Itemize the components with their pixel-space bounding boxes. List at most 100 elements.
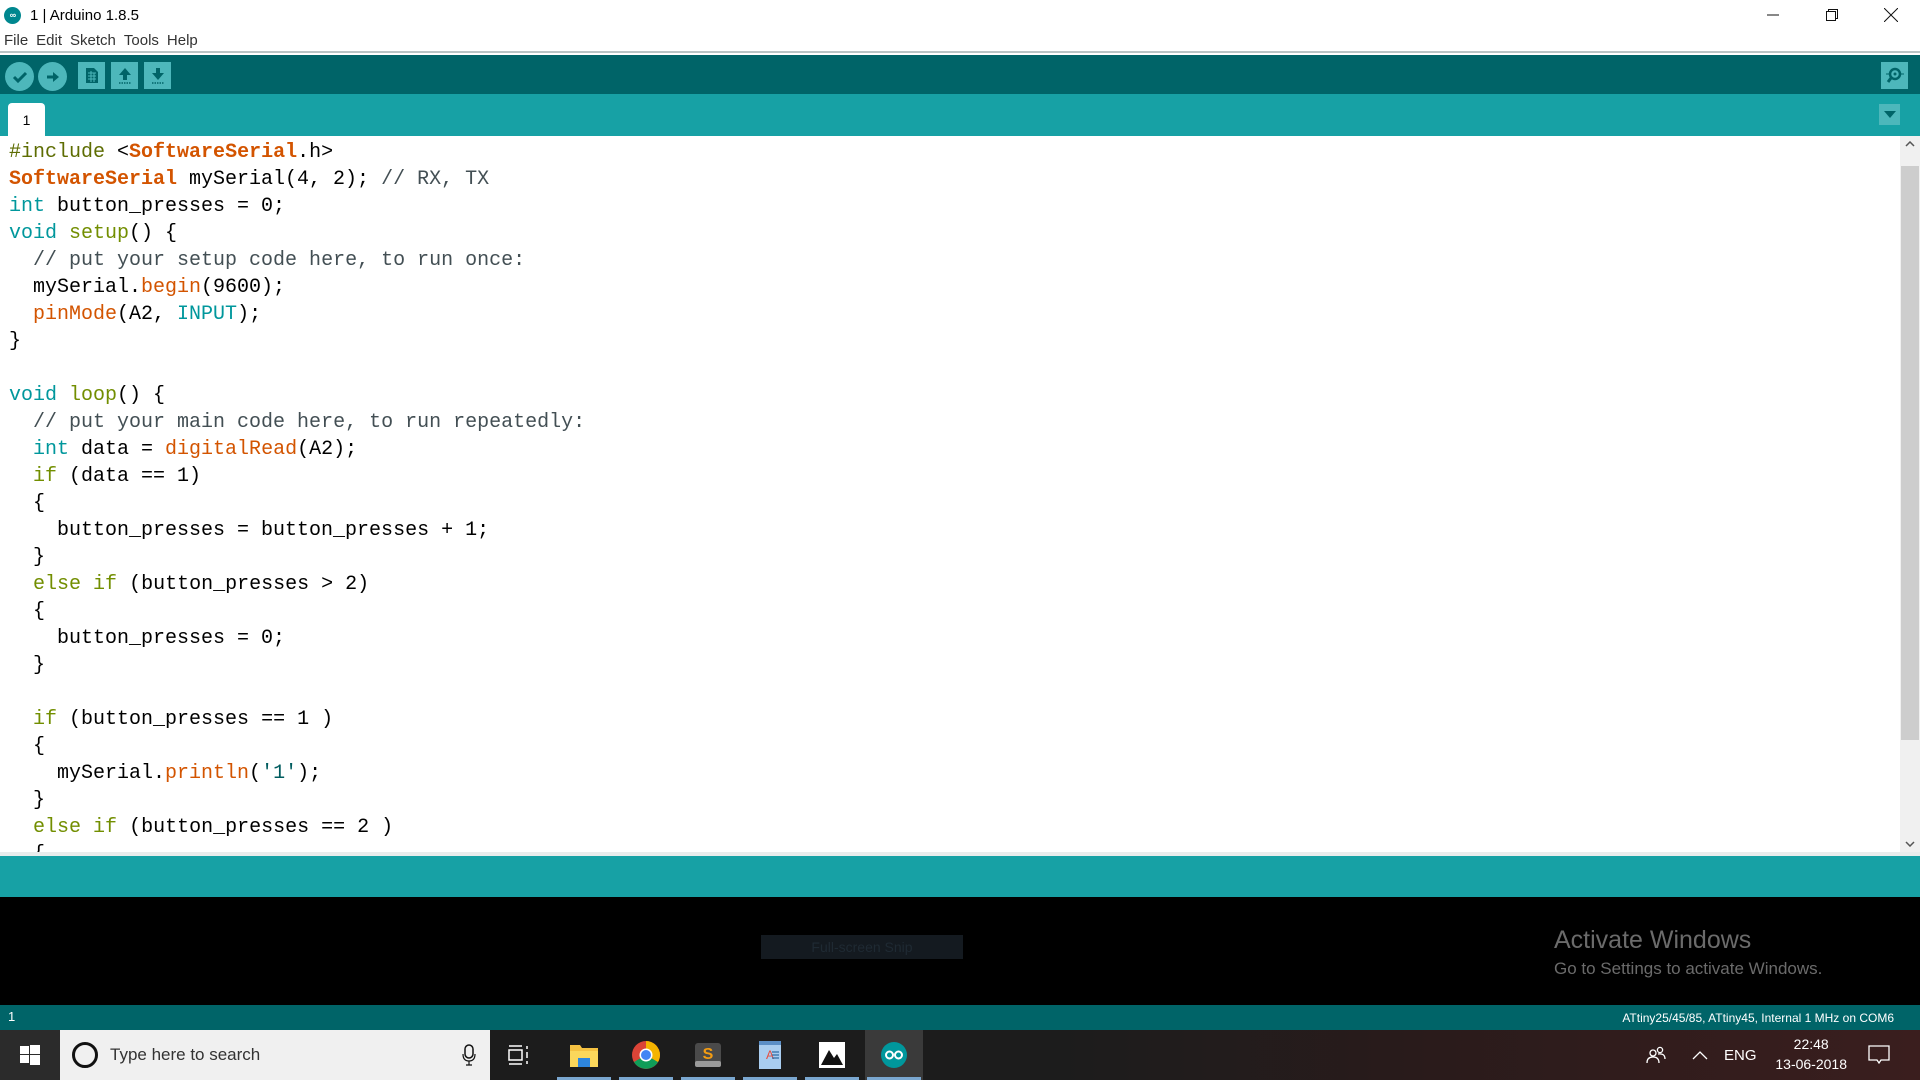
tab-sketch-1[interactable]: 1 — [8, 103, 45, 136]
show-hidden-icons-button[interactable] — [1692, 1030, 1708, 1080]
window-controls — [1743, 0, 1920, 30]
action-center-button[interactable] — [1868, 1030, 1890, 1080]
scrollbar-thumb[interactable] — [1901, 165, 1919, 741]
taskbar-wordpad[interactable]: A — [741, 1030, 799, 1080]
code-line[interactable]: void setup() { — [9, 220, 585, 247]
clock[interactable]: 22:48 13-06-2018 — [1775, 1034, 1847, 1074]
close-button[interactable] — [1861, 0, 1920, 30]
input-language[interactable]: ENG — [1724, 1030, 1757, 1080]
code-line[interactable]: // put your main code here, to run repea… — [9, 409, 585, 436]
menu-file[interactable]: File — [0, 31, 32, 51]
open-button[interactable] — [111, 62, 138, 89]
code-line[interactable]: ​ — [9, 355, 585, 382]
code-token-plain: } — [9, 546, 46, 569]
code-token-plain: { — [9, 843, 45, 852]
scroll-up-button[interactable] — [1900, 136, 1920, 152]
people-button[interactable] — [1646, 1030, 1666, 1080]
folder-icon — [570, 1045, 598, 1067]
code-line[interactable]: pinMode(A2, INPUT); — [9, 301, 585, 328]
code-text[interactable]: #include <SoftwareSerial.h> SoftwareSeria… — [9, 139, 585, 852]
taskbar-chrome[interactable] — [617, 1030, 675, 1080]
code-token-type: void — [9, 222, 58, 245]
code-line[interactable]: void loop() { — [9, 382, 585, 409]
code-line[interactable]: } — [9, 652, 585, 679]
code-line[interactable]: if (button_presses == 1 ) — [9, 706, 585, 733]
restore-button[interactable] — [1802, 0, 1861, 30]
code-editor[interactable]: #include <SoftwareSerial.h> SoftwareSeria… — [0, 136, 1920, 852]
code-line[interactable]: { — [9, 733, 585, 760]
serial-monitor-button[interactable] — [1881, 62, 1908, 89]
microphone-icon[interactable] — [462, 1044, 476, 1066]
close-icon — [1883, 8, 1898, 22]
menu-sketch[interactable]: Sketch — [66, 31, 120, 51]
code-token-plain: (A2, — [117, 303, 178, 326]
code-line[interactable]: { — [9, 841, 585, 852]
watermark-subtitle: Go to Settings to activate Windows. — [1554, 959, 1823, 978]
code-line[interactable]: #include <SoftwareSerial.h> — [9, 139, 585, 166]
taskbar-sublime-text[interactable]: S — [679, 1030, 737, 1080]
minimize-button[interactable] — [1743, 0, 1802, 30]
status-bar: 1 ATtiny25/45/85, ATtiny45, Internal 1 M… — [0, 1005, 1920, 1030]
code-line[interactable]: mySerial.println('1'); — [9, 760, 585, 787]
taskbar-search[interactable]: Type here to search — [60, 1030, 490, 1080]
code-line[interactable]: SoftwareSerial mySerial(4, 2); // RX, TX — [9, 166, 585, 193]
scroll-down-button[interactable] — [1900, 836, 1920, 852]
code-line[interactable]: int button_presses = 0; — [9, 193, 585, 220]
taskbar-arduino[interactable] — [865, 1030, 923, 1080]
code-token-type: int — [33, 438, 70, 461]
task-view-button[interactable] — [490, 1030, 548, 1080]
code-token-plain: (data == 1) — [57, 465, 202, 488]
tab-menu-button[interactable] — [1879, 104, 1900, 125]
start-button[interactable] — [0, 1030, 60, 1080]
code-line[interactable]: } — [9, 787, 585, 814]
upload-button[interactable] — [38, 62, 67, 91]
code-line[interactable]: if (data == 1) — [9, 463, 585, 490]
new-button[interactable] — [78, 62, 105, 89]
code-line[interactable]: ​ — [9, 679, 585, 706]
taskbar-file-explorer[interactable] — [555, 1030, 613, 1080]
code-line[interactable]: else if (button_presses == 2 ) — [9, 814, 585, 841]
code-token-plain: .h> — [297, 141, 334, 164]
code-token-plain: data = — [69, 438, 166, 461]
code-line[interactable]: { — [9, 598, 585, 625]
vertical-scrollbar[interactable] — [1900, 136, 1920, 852]
code-token-plain: (button_presses == 2 ) — [117, 816, 394, 839]
taskbar: Type here to search S A ENG 22:48 13-06-… — [0, 1030, 1920, 1080]
code-token-kw: else — [33, 816, 82, 839]
code-line[interactable]: // put your setup code here, to run once… — [9, 247, 585, 274]
code-line[interactable]: int data = digitalRead(A2); — [9, 436, 585, 463]
code-line[interactable]: } — [9, 328, 585, 355]
code-token-plain: (A2); — [297, 438, 358, 461]
code-line[interactable]: { — [9, 490, 585, 517]
windows-logo-icon — [20, 1045, 40, 1065]
code-line[interactable]: button_presses = button_presses + 1; — [9, 517, 585, 544]
sublime-icon: S — [695, 1043, 721, 1067]
code-token-plain: (9600); — [201, 276, 286, 299]
code-line[interactable]: else if (button_presses > 2) — [9, 571, 585, 598]
code-line[interactable]: } — [9, 544, 585, 571]
board-info: ATtiny25/45/85, ATtiny45, Internal 1 MHz… — [1622, 1011, 1894, 1025]
chevron-up-icon — [1905, 141, 1915, 147]
code-token-plain: { — [9, 492, 46, 515]
code-token-kw: loop — [69, 384, 118, 407]
code-token-kw: if — [93, 816, 118, 839]
verify-button[interactable] — [5, 62, 34, 91]
code-token-plain: { — [9, 735, 46, 758]
arrow-down-icon — [151, 67, 164, 84]
save-button[interactable] — [144, 62, 171, 89]
minimize-icon — [1766, 14, 1779, 16]
code-line[interactable]: mySerial.begin(9600); — [9, 274, 585, 301]
menu-tools[interactable]: Tools — [120, 31, 163, 51]
menu-help[interactable]: Help — [163, 31, 202, 51]
code-token-type: int — [9, 195, 46, 218]
code-line[interactable]: button_presses = 0; — [9, 625, 585, 652]
menu-edit[interactable]: Edit — [32, 31, 66, 51]
code-token-plain: ); — [237, 303, 262, 326]
taskbar-photos[interactable] — [803, 1030, 861, 1080]
